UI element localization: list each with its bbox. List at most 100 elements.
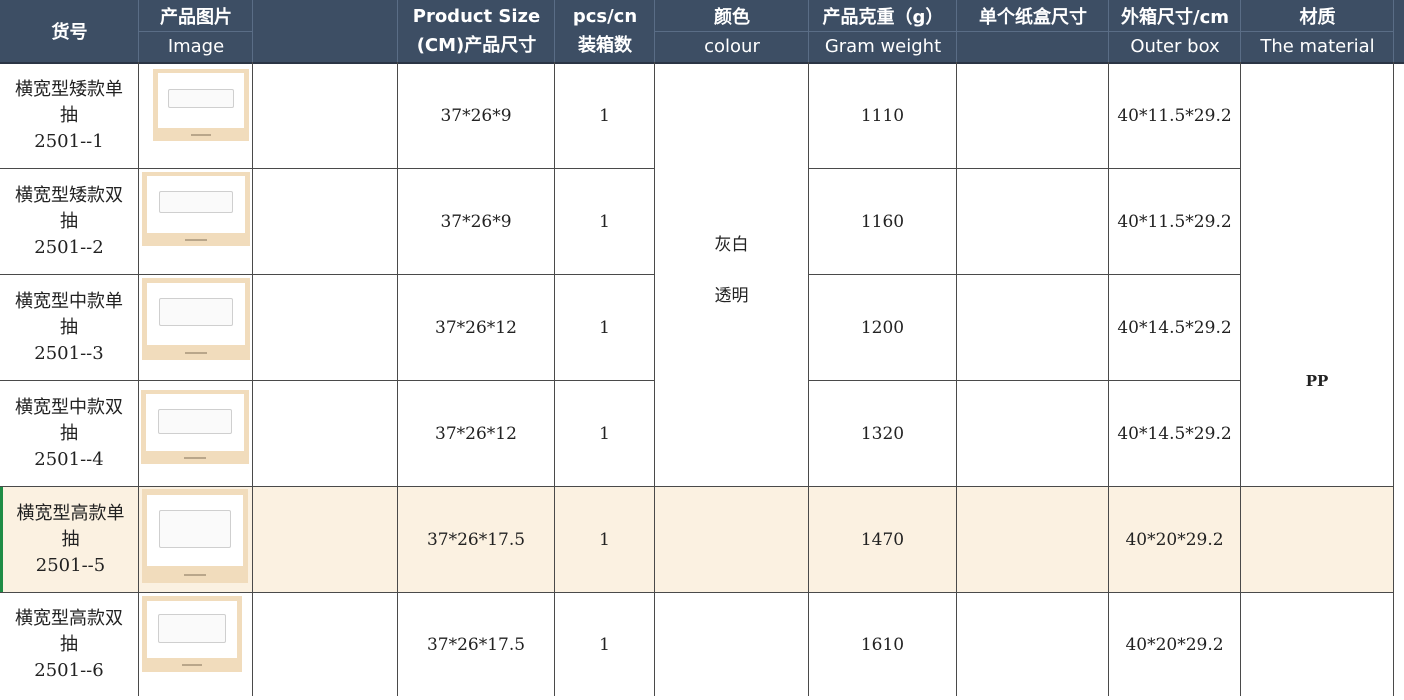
header-outer-cn[interactable]: 外箱尺寸/cm <box>1109 0 1241 31</box>
header-carton-en[interactable] <box>957 31 1109 62</box>
pcs-cell[interactable]: 1 <box>555 593 654 696</box>
sku-code: 2501--5 <box>35 554 106 576</box>
header-colour-cn[interactable]: 颜色 <box>655 0 809 31</box>
thumb-caption <box>142 664 242 667</box>
header-col-divider <box>554 0 555 62</box>
thumb-card <box>157 73 245 129</box>
drawer-unit-thumbnail-icon[interactable] <box>142 596 242 672</box>
drawer-shape <box>159 297 233 327</box>
drawer-unit-thumbnail-icon[interactable] <box>141 390 249 464</box>
sku-name-line1: 横宽型中款单 <box>15 290 123 312</box>
sku-cell[interactable]: 横宽型高款单 抽 2501--5 <box>3 487 138 592</box>
weight-cell[interactable]: 1470 <box>809 487 956 592</box>
colour-value-1: 灰白 <box>714 235 749 255</box>
weight-cell[interactable]: 1160 <box>809 169 956 274</box>
drawer-unit-thumbnail-icon[interactable] <box>142 172 250 246</box>
outer-box-cell[interactable]: 40*11.5*29.2 <box>1109 169 1240 274</box>
sku-code: 2501--4 <box>34 448 104 470</box>
header-outer-en[interactable]: Outer box <box>1109 31 1241 62</box>
drawer-shape <box>158 409 232 434</box>
outer-box-cell[interactable]: 40*20*29.2 <box>1109 487 1240 592</box>
pcs-cell[interactable]: 1 <box>555 381 654 486</box>
colour-value-2: 透明 <box>714 286 749 306</box>
weight-cell[interactable]: 1110 <box>809 64 956 168</box>
header-colour-en[interactable]: colour <box>655 31 809 62</box>
material-merged-cell[interactable]: PP <box>1241 64 1393 700</box>
drawer-unit-thumbnail-icon[interactable] <box>153 69 249 141</box>
drawer-unit-thumbnail-icon[interactable] <box>142 489 248 583</box>
size-cell[interactable]: 37*26*9 <box>398 169 554 274</box>
drawer-shape <box>158 510 232 549</box>
pcs-cell[interactable]: 1 <box>555 487 654 592</box>
size-cell[interactable]: 37*26*9 <box>398 64 554 168</box>
header-sku[interactable]: 货号 <box>0 0 139 62</box>
sku-cell[interactable]: 横宽型矮款双 抽 2501--2 <box>0 169 138 274</box>
outer-box-cell[interactable]: 40*14.5*29.2 <box>1109 381 1240 486</box>
header-image-en[interactable]: Image <box>139 31 253 62</box>
colour-merged-cell[interactable]: 灰白 透明 <box>655 64 808 486</box>
header-image-cn[interactable]: 产品图片 <box>139 0 253 31</box>
header-size-line1: Product Size <box>412 6 541 27</box>
sku-code: 2501--6 <box>34 659 104 681</box>
weight-cell[interactable]: 1200 <box>809 275 956 380</box>
header-col-divider <box>1393 0 1394 62</box>
header-weight-cn[interactable]: 产品克重（g） <box>809 0 957 31</box>
sku-code: 2501--2 <box>34 236 104 258</box>
drawer-shape <box>168 88 234 109</box>
sku-cell[interactable]: 横宽型中款双 抽 2501--4 <box>0 381 138 486</box>
size-cell[interactable]: 37*26*12 <box>398 381 554 486</box>
gridline <box>138 62 139 696</box>
size-cell[interactable]: 37*26*17.5 <box>398 593 554 696</box>
outer-box-cell[interactable]: 40*20*29.2 <box>1109 593 1240 696</box>
header-weight-en[interactable]: Gram weight <box>809 31 957 62</box>
header-material-cn[interactable]: 材质 <box>1241 0 1394 31</box>
thumb-card <box>147 282 245 346</box>
thumb-card <box>146 394 244 451</box>
gridline <box>1393 62 1394 696</box>
pcs-cell[interactable]: 1 <box>555 64 654 168</box>
header-product-size[interactable]: Product Size (CM)产品尺寸 <box>398 0 555 62</box>
thumb-card <box>147 494 243 567</box>
sku-code: 2501--1 <box>34 131 104 152</box>
thumb-caption <box>141 456 249 460</box>
header-pcs-line1: pcs/cn <box>572 6 638 27</box>
thumb-caption <box>142 238 250 242</box>
size-cell[interactable]: 37*26*12 <box>398 275 554 380</box>
size-cell[interactable]: 37*26*17.5 <box>398 487 554 592</box>
sku-name-line2: 抽 <box>60 633 78 655</box>
header-carton-cn[interactable]: 单个纸盒尺寸 <box>957 0 1109 31</box>
sku-name-line2: 抽 <box>60 316 78 338</box>
pcs-cell[interactable]: 1 <box>555 169 654 274</box>
header-col-divider <box>654 0 655 62</box>
header-col-divider <box>956 0 957 62</box>
outer-box-cell[interactable]: 40*11.5*29.2 <box>1109 64 1240 168</box>
thumb-caption <box>142 574 248 577</box>
sku-name-line1: 横宽型高款单 <box>16 502 125 524</box>
header-extra[interactable] <box>1394 0 1404 62</box>
header-row-divider <box>655 31 1394 32</box>
header-blank[interactable] <box>253 0 398 62</box>
sku-code: 2501--3 <box>34 342 104 364</box>
weight-cell[interactable]: 1610 <box>809 593 956 696</box>
thumb-caption <box>153 133 249 137</box>
sku-cell[interactable]: 横宽型中款单 抽 2501--3 <box>0 275 138 380</box>
header-col-divider <box>1240 0 1241 62</box>
header-material-en[interactable]: The material <box>1241 31 1394 62</box>
header-pcs[interactable]: pcs/cn 装箱数 <box>555 0 655 62</box>
sku-cell[interactable]: 横宽型高款双 抽 2501--6 <box>0 593 138 696</box>
drawer-unit-thumbnail-icon[interactable] <box>142 278 250 360</box>
weight-cell[interactable]: 1320 <box>809 381 956 486</box>
drawer-shape <box>159 191 233 214</box>
sku-name-line2: 抽 <box>60 422 78 444</box>
outer-box-cell[interactable]: 40*14.5*29.2 <box>1109 275 1240 380</box>
thumb-caption <box>142 352 250 355</box>
header-row-divider <box>139 31 253 32</box>
header-pcs-line2: 装箱数 <box>578 35 632 56</box>
sku-name-line1: 横宽型矮款双 <box>15 184 123 206</box>
sku-name-line2: 抽 <box>61 528 80 550</box>
header-col-divider <box>1108 0 1109 62</box>
drawer-shape <box>157 614 227 643</box>
pcs-cell[interactable]: 1 <box>555 275 654 380</box>
sku-cell[interactable]: 横宽型矮款单 抽 2501--1 <box>0 64 138 168</box>
sku-name-line1: 横宽型矮款单 <box>15 79 123 100</box>
